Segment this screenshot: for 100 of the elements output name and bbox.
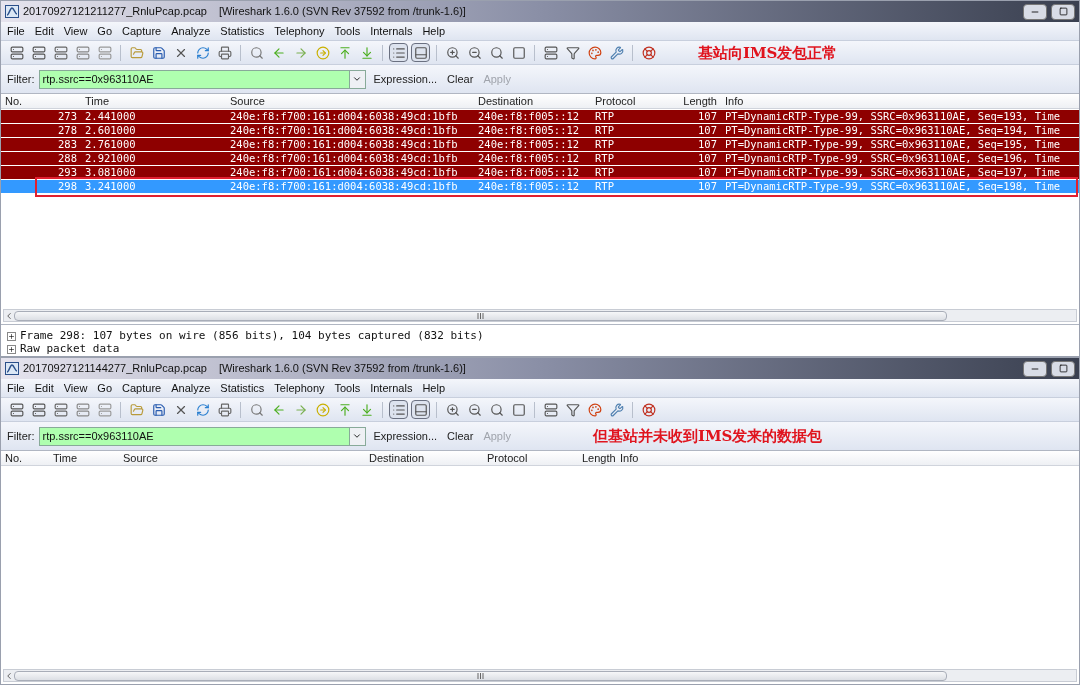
menu-item[interactable]: View: [63, 22, 88, 40]
packet-cell-text: PT=DynamicRTP-Type-99, SSRC=0x963110AE, Seq=196, Time: [724, 153, 1062, 164]
menu-item[interactable]: Internals: [370, 379, 413, 397]
column-header[interactable]: Info: [721, 92, 1079, 110]
menu-item[interactable]: Edit: [34, 379, 54, 397]
packet-cell-text: 240e:f8:f005::12: [477, 153, 581, 164]
minimize-button[interactable]: [1023, 3, 1047, 20]
list-icon: [391, 45, 406, 60]
menu-item[interactable]: Go: [97, 379, 113, 397]
menu-item[interactable]: Analyze: [171, 379, 211, 397]
menu-item[interactable]: Help: [422, 379, 445, 397]
scrollbar-thumb[interactable]: [14, 310, 947, 321]
maximize-icon: [1058, 364, 1068, 373]
toolbar-button[interactable]: [411, 43, 430, 62]
menu-item[interactable]: Statistics: [220, 379, 265, 397]
server-icon: [9, 402, 24, 417]
filter-action-button[interactable]: Clear: [445, 427, 476, 445]
menu-item[interactable]: File: [7, 22, 25, 40]
column-header[interactable]: Length: [663, 92, 721, 110]
column-header[interactable]: Source: [226, 92, 474, 110]
menu-item[interactable]: Telephony: [274, 22, 325, 40]
arrow-up-to-line-icon: [337, 45, 352, 60]
maximize-button[interactable]: [1051, 3, 1075, 20]
packet-cell-text: 240e:f8:f700:161:d004:6038:49cd:1bfb: [229, 167, 459, 178]
server-icon: [9, 45, 24, 60]
wrench-icon: [609, 45, 624, 60]
column-header[interactable]: Time: [81, 92, 226, 110]
column-header[interactable]: No.: [1, 449, 49, 467]
column-header[interactable]: Time: [49, 449, 119, 467]
column-header[interactable]: Source: [119, 449, 365, 467]
packet-cell-text: 273: [57, 111, 78, 122]
menu-item[interactable]: Tools: [334, 379, 361, 397]
filter-field[interactable]: rtp.ssrc==0x963110AE: [38, 426, 366, 446]
plus-icon: [8, 346, 15, 353]
menu-item[interactable]: Go: [97, 22, 113, 40]
filter-action-button[interactable]: Expression...: [371, 427, 440, 445]
packet-cell-text: PT=DynamicRTP-Type-99, SSRC=0x963110AE, Seq=198, Time: [724, 181, 1062, 192]
menu-item[interactable]: Capture: [122, 22, 162, 40]
filter-action-button[interactable]: Expression...: [371, 70, 440, 88]
server-icon: [75, 45, 90, 60]
menu-item[interactable]: Tools: [334, 22, 361, 40]
expander-button[interactable]: [7, 345, 16, 354]
packet-cell-text: PT=DynamicRTP-Type-99, SSRC=0x963110AE, Seq=195, Time: [724, 139, 1062, 150]
toolbar-button[interactable]: [411, 400, 430, 419]
grip-icon: [476, 312, 484, 319]
square-icon: [511, 45, 526, 60]
zoom-out-icon: [467, 402, 482, 417]
filter-action-button[interactable]: Clear: [445, 70, 476, 88]
menu-item[interactable]: Statistics: [220, 22, 265, 40]
column-header[interactable]: Destination: [474, 92, 591, 110]
maximize-button[interactable]: [1051, 360, 1075, 377]
menu-item[interactable]: Internals: [370, 22, 413, 40]
packet-cell-text: 3.241000: [84, 181, 137, 192]
minimize-button[interactable]: [1023, 360, 1047, 377]
packet-cell-text: RTP: [594, 181, 615, 192]
menu-item[interactable]: Capture: [122, 379, 162, 397]
column-header[interactable]: No.: [1, 92, 81, 110]
menu-item[interactable]: Edit: [34, 22, 54, 40]
scrollbar-thumb[interactable]: [14, 670, 947, 681]
packet-row[interactable]: 278 2.601000 240e:f8:f700:161:d004:6038:49cd:1bfb 240e:f8:f005::12 RTP 107 PT=DynamicRTP-Type-99, SSRC=0x963110AE, Seq=194, Time: [1, 124, 1079, 137]
menu-item[interactable]: View: [63, 379, 88, 397]
menu-item[interactable]: Analyze: [171, 22, 211, 40]
packet-cell-text: 240e:f8:f700:161:d004:6038:49cd:1bfb: [229, 111, 459, 122]
horizontal-scrollbar[interactable]: [3, 309, 1077, 322]
packet-cell-text: 240e:f8:f005::12: [477, 111, 581, 122]
expander-button[interactable]: [7, 332, 16, 341]
search-icon: [249, 402, 264, 417]
packet-cell-text: PT=DynamicRTP-Type-99, SSRC=0x963110AE, Seq=193, Time: [724, 111, 1062, 122]
toolbar-button[interactable]: [389, 43, 408, 62]
packet-cell-text: 107: [697, 153, 718, 164]
server-icon: [97, 402, 112, 417]
packet-row[interactable]: 273 2.441000 240e:f8:f700:161:d004:6038:49cd:1bfb 240e:f8:f005::12 RTP 107 PT=DynamicRTP-Type-99, SSRC=0x963110AE, Seq=193, Time: [1, 110, 1079, 123]
packet-row[interactable]: 283 2.761000 240e:f8:f700:161:d004:6038:49cd:1bfb 240e:f8:f005::12 RTP 107 PT=DynamicRTP-Type-99, SSRC=0x963110AE, Seq=195, Time: [1, 138, 1079, 151]
column-header[interactable]: Protocol: [483, 449, 578, 467]
menu-item[interactable]: File: [7, 379, 25, 397]
server-icon: [31, 402, 46, 417]
packet-cell-text: 240e:f8:f005::12: [477, 139, 581, 150]
packet-cell-text: 240e:f8:f005::12: [477, 125, 581, 136]
menu-item[interactable]: Telephony: [274, 379, 325, 397]
grip-icon: [476, 672, 484, 679]
lifebuoy-icon: [641, 45, 656, 60]
column-header[interactable]: Info: [616, 449, 1079, 467]
column-header[interactable]: Destination: [365, 449, 483, 467]
dropdown-caret-icon: [352, 74, 362, 84]
packet-row[interactable]: 288 2.921000 240e:f8:f700:161:d004:6038:49cd:1bfb 240e:f8:f005::12 RTP 107 PT=DynamicRTP-Type-99, SSRC=0x963110AE, Seq=196, Time: [1, 152, 1079, 165]
toolbar-button[interactable]: [389, 400, 408, 419]
arrow-circle-icon: [315, 402, 330, 417]
filter-field[interactable]: rtp.ssrc==0x963110AE: [38, 69, 366, 89]
window-title: 20170927121144277_RnluPcap.pcap: [23, 361, 207, 377]
packet-cell-text: 288: [57, 153, 78, 164]
column-header[interactable]: Length: [578, 449, 616, 467]
dropdown-caret-icon: [352, 431, 362, 441]
packet-cell-text: RTP: [594, 139, 615, 150]
palette-icon: [587, 45, 602, 60]
packet-cell-text: 240e:f8:f700:161:d004:6038:49cd:1bfb: [229, 153, 459, 164]
column-header[interactable]: Protocol: [591, 92, 663, 110]
zoom-in-icon: [445, 45, 460, 60]
magnifier-icon: [489, 45, 504, 60]
horizontal-scrollbar[interactable]: [3, 669, 1077, 682]
menu-item[interactable]: Help: [422, 22, 445, 40]
